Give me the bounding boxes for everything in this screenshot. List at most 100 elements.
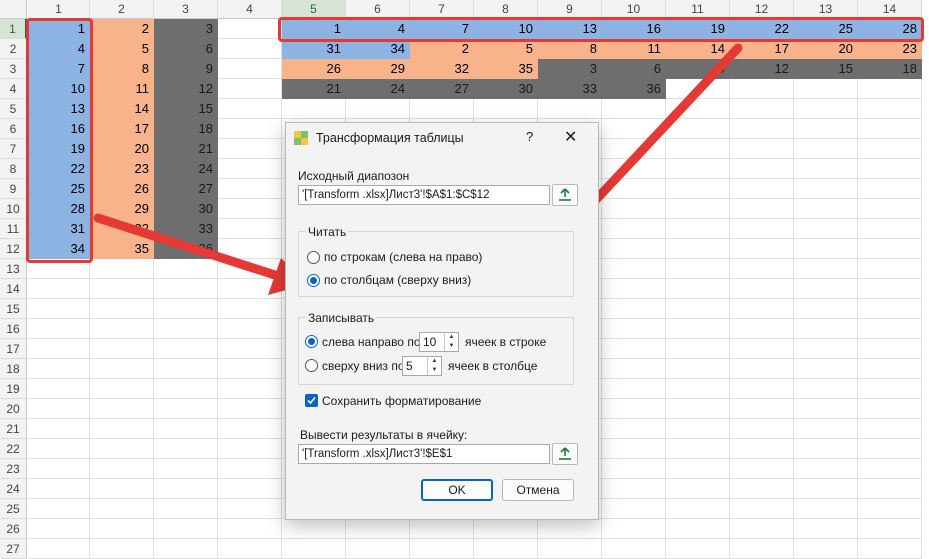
result-cell[interactable]: 9 (666, 59, 730, 79)
cell[interactable] (90, 419, 154, 439)
cell[interactable] (90, 279, 154, 299)
cell[interactable] (28, 379, 90, 399)
result-cell[interactable]: 20 (794, 39, 858, 59)
cell[interactable] (602, 359, 666, 379)
row-header[interactable]: 27 (0, 539, 27, 559)
cell[interactable] (794, 239, 858, 259)
cell[interactable] (666, 299, 730, 319)
cell[interactable] (218, 39, 282, 59)
cell[interactable] (602, 199, 666, 219)
cell[interactable] (666, 179, 730, 199)
cell[interactable] (474, 519, 538, 539)
dialog-titlebar[interactable]: Трансформация таблицы ? ✕ (286, 123, 598, 153)
result-cell[interactable]: 31 (282, 39, 346, 59)
cell[interactable] (730, 339, 794, 359)
cell[interactable] (410, 99, 474, 119)
cell[interactable] (858, 279, 922, 299)
cell[interactable] (218, 419, 282, 439)
cell[interactable] (602, 159, 666, 179)
source-range-field[interactable]: '[Transform .xlsx]Лист3'!$A$1:$C$12 (298, 185, 550, 205)
source-cell[interactable]: 12 (154, 79, 218, 99)
cell[interactable] (218, 339, 282, 359)
cell[interactable] (602, 319, 666, 339)
cell[interactable] (218, 19, 282, 39)
row-header[interactable]: 20 (0, 399, 27, 419)
cell[interactable] (666, 79, 730, 99)
cell[interactable] (154, 459, 218, 479)
cell[interactable] (794, 259, 858, 279)
cell[interactable] (602, 479, 666, 499)
cell[interactable] (602, 239, 666, 259)
cell[interactable] (154, 319, 218, 339)
result-cell[interactable]: 12 (730, 59, 794, 79)
cell[interactable] (794, 99, 858, 119)
cell[interactable] (282, 539, 346, 559)
row-header[interactable]: 12 (0, 239, 27, 259)
cell[interactable] (154, 479, 218, 499)
cell[interactable] (794, 279, 858, 299)
row-header[interactable]: 10 (0, 199, 27, 219)
cell[interactable] (218, 99, 282, 119)
result-cell[interactable]: 21 (282, 79, 346, 99)
row-header[interactable]: 3 (0, 59, 27, 79)
cell[interactable] (218, 379, 282, 399)
cell[interactable] (154, 259, 218, 279)
cell[interactable] (794, 459, 858, 479)
write-top-to-bottom-radio[interactable] (305, 359, 318, 372)
cell[interactable] (218, 239, 282, 259)
cell[interactable] (858, 319, 922, 339)
cell[interactable] (602, 419, 666, 439)
cell[interactable] (858, 219, 922, 239)
cell[interactable] (858, 119, 922, 139)
cell[interactable] (666, 519, 730, 539)
cell[interactable] (28, 339, 90, 359)
column-header[interactable]: 2 (90, 0, 154, 19)
help-button[interactable]: ? (526, 129, 533, 144)
output-cell-field[interactable]: '[Transform .xlsx]Лист3'!$E$1 (298, 444, 550, 464)
result-cell[interactable]: 24 (346, 79, 410, 99)
cell[interactable] (666, 379, 730, 399)
spin-down-icon[interactable]: ▼ (428, 366, 441, 375)
cell[interactable] (858, 139, 922, 159)
row-header[interactable]: 16 (0, 319, 27, 339)
cell[interactable] (858, 499, 922, 519)
cell[interactable] (730, 139, 794, 159)
row-header[interactable]: 18 (0, 359, 27, 379)
cell[interactable] (666, 459, 730, 479)
source-cell[interactable]: 2 (90, 19, 154, 39)
cell[interactable] (858, 399, 922, 419)
cell[interactable] (28, 539, 90, 559)
cell[interactable] (666, 399, 730, 419)
cell[interactable] (666, 479, 730, 499)
source-range-pick-button[interactable] (552, 184, 578, 206)
column-header[interactable]: 4 (218, 0, 282, 19)
cell[interactable] (218, 159, 282, 179)
ok-button[interactable]: OK (421, 479, 493, 501)
result-cell[interactable]: 8 (538, 39, 602, 59)
read-by-rows-label[interactable]: по строкам (слева на право) (324, 250, 482, 264)
cell[interactable] (218, 139, 282, 159)
row-header[interactable]: 2 (0, 39, 27, 59)
cell[interactable] (794, 519, 858, 539)
cell[interactable] (154, 399, 218, 419)
write-left-to-right-radio[interactable] (305, 335, 318, 348)
source-cell[interactable]: 33 (154, 219, 218, 239)
column-header[interactable]: 1 (28, 0, 90, 19)
keep-formatting-label[interactable]: Сохранить форматирование (322, 394, 481, 408)
cell[interactable] (730, 379, 794, 399)
cell[interactable] (154, 499, 218, 519)
row-header[interactable]: 19 (0, 379, 27, 399)
cell[interactable] (666, 539, 730, 559)
cell[interactable] (90, 339, 154, 359)
result-cell[interactable]: 2 (410, 39, 474, 59)
cell[interactable] (154, 279, 218, 299)
cell[interactable] (90, 399, 154, 419)
cell[interactable] (154, 299, 218, 319)
cell[interactable] (218, 439, 282, 459)
cell[interactable] (90, 259, 154, 279)
spin-up-icon[interactable]: ▲ (428, 357, 441, 366)
cell[interactable] (666, 199, 730, 219)
row-header[interactable]: 22 (0, 439, 27, 459)
source-cell[interactable]: 32 (90, 219, 154, 239)
cell[interactable] (538, 539, 602, 559)
